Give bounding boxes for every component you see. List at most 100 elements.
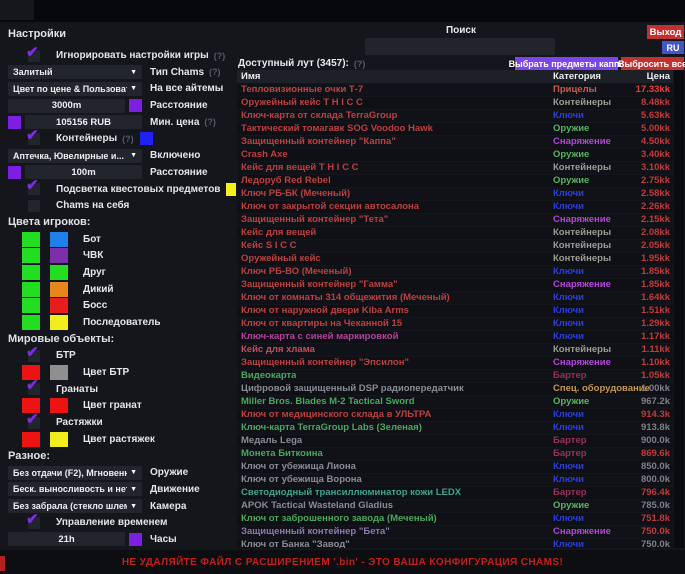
loot-row[interactable]: Кейс для хламаКонтейнеры1.11kk — [237, 344, 673, 356]
loot-row[interactable]: Ключ от Банка "Завод"Ключи750.0k — [237, 539, 673, 548]
color-swatch[interactable] — [140, 132, 153, 145]
color-swatch[interactable] — [50, 315, 68, 330]
settings-checkbox[interactable]: ✔ — [28, 183, 40, 195]
color-swatch[interactable] — [50, 398, 68, 413]
drop-all-button[interactable]: Выбросить все — [621, 57, 684, 70]
select-kappa-items-button[interactable]: Выбрать предметы каппа — [515, 57, 618, 70]
loot-row[interactable]: ВидеокартаБартер1.05kk — [237, 370, 673, 382]
settings-checkbox[interactable]: ✔ — [28, 350, 40, 362]
loot-row[interactable]: Ключ от комнаты 314 общежития (Меченый)К… — [237, 292, 673, 304]
color-swatch[interactable] — [8, 116, 21, 129]
color-swatch[interactable] — [129, 533, 142, 546]
loot-row[interactable]: Ледоруб Red RebelОружие2.75kk — [237, 175, 673, 187]
loot-row[interactable]: Ключ от убежища ВоронаКлючи800.0k — [237, 474, 673, 486]
loot-price-cell: 8.48kk — [641, 97, 670, 109]
loot-row[interactable]: Ключ РБ-БК (Меченый)Ключи2.58kk — [237, 188, 673, 200]
color-swatch[interactable] — [22, 282, 40, 297]
color-swatch[interactable] — [129, 99, 142, 112]
settings-value-input[interactable]: 3000m — [8, 99, 125, 113]
loot-name-cell: Ключ от наружной двери Kiba Arms — [241, 305, 409, 317]
column-header-category[interactable]: Категория — [553, 70, 601, 83]
color-swatch[interactable] — [22, 432, 40, 447]
settings-dropdown[interactable]: Залитый▼ — [8, 65, 142, 79]
color-swatch[interactable] — [50, 282, 68, 297]
loot-row[interactable]: Ключ-карта с синей маркировкойКлючи1.17k… — [237, 331, 673, 343]
loot-row[interactable]: Защищенный контейнер "Эпсилон"Снаряжение… — [237, 357, 673, 369]
settings-value-input[interactable]: 21h — [8, 532, 125, 546]
color-swatch[interactable] — [50, 248, 68, 263]
loot-row[interactable]: APOK Tactical Wasteland GladiusОружие785… — [237, 500, 673, 512]
search-input[interactable] — [365, 38, 555, 55]
loot-price-cell: 4.50kk — [641, 136, 670, 148]
exit-button[interactable]: Выход — [647, 25, 684, 39]
color-swatch[interactable] — [8, 166, 21, 179]
loot-row[interactable]: Тактический томагавк SOG Voodoo HawkОруж… — [237, 123, 673, 135]
color-setting-row: Друг — [8, 266, 236, 279]
loot-row[interactable]: Ключ от убежища ЛионаКлючи850.0k — [237, 461, 673, 473]
chevron-down-icon: ▼ — [130, 152, 137, 159]
loot-row[interactable]: Защищенный контейнер "Бета"Снаряжение750… — [237, 526, 673, 538]
loot-price-cell: 1.85kk — [641, 266, 670, 278]
color-swatch[interactable] — [50, 365, 68, 380]
settings-dropdown[interactable]: Беск. выносливость и нет уста▼ — [8, 482, 142, 496]
loot-scrollbar[interactable] — [674, 70, 684, 548]
loot-row[interactable]: Crash AxeОружие3.40kk — [237, 149, 673, 161]
language-button[interactable]: RU — [662, 41, 684, 54]
loot-row[interactable]: Ключ от наружной двери Kiba ArmsКлючи1.5… — [237, 305, 673, 317]
settings-value-input[interactable]: 105156 RUB — [25, 115, 142, 129]
loot-row[interactable]: Защищенный контейнер "Каппа"Снаряжение4.… — [237, 136, 673, 148]
settings-checkbox[interactable]: ✔ — [28, 383, 40, 395]
color-swatch[interactable] — [22, 298, 40, 313]
color-swatch[interactable] — [50, 298, 68, 313]
loot-row[interactable]: Ключ от заброшенного завода (Меченый)Клю… — [237, 513, 673, 525]
loot-row[interactable]: Ключ-карта от склада TerraGroupКлючи5.63… — [237, 110, 673, 122]
loot-row[interactable]: Ключ-карта TerraGroup Labs (Зеленая)Ключ… — [237, 422, 673, 434]
loot-row[interactable]: Медаль LegaБартер900.0k — [237, 435, 673, 447]
loot-row[interactable]: Ключ от квартиры на Чеканной 15Ключи1.29… — [237, 318, 673, 330]
column-header-name[interactable]: Имя — [241, 70, 260, 83]
settings-row: Аптечка, Ювелирные и...▼Включено — [8, 149, 236, 162]
settings-value-input[interactable]: 100m — [25, 165, 142, 179]
settings-checkbox-label: Chams на себя — [56, 200, 129, 211]
loot-row[interactable]: Оружейный кейсКонтейнеры1.95kk — [237, 253, 673, 265]
settings-dropdown[interactable]: Аптечка, Ювелирные и...▼ — [8, 149, 142, 163]
loot-price-cell: 2.05kk — [641, 240, 670, 252]
chevron-down-icon: ▼ — [130, 503, 137, 510]
help-hint: (?) — [209, 67, 221, 77]
loot-row[interactable]: Miller Bros. Blades M-2 Tactical SwordОр… — [237, 396, 673, 408]
color-swatch[interactable] — [22, 248, 40, 263]
loot-row[interactable]: Кейс для вещейКонтейнеры2.08kk — [237, 227, 673, 239]
loot-row[interactable]: Тепловизионные очки Т-7Прицелы17.33kk — [237, 84, 673, 96]
color-swatch[interactable] — [22, 315, 40, 330]
color-swatch[interactable] — [50, 432, 68, 447]
settings-checkbox[interactable]: ✔ — [28, 417, 40, 429]
loot-price-cell: 1.00kk — [641, 383, 670, 395]
loot-row[interactable]: Оружейный кейс T H I C CКонтейнеры8.48kk — [237, 97, 673, 109]
column-header-price[interactable]: Цена — [647, 70, 670, 83]
loot-row[interactable]: Цифровой защищенный DSP радиопередатчикС… — [237, 383, 673, 395]
loot-row[interactable]: Кейс для вещей T H I C CКонтейнеры3.10kk — [237, 162, 673, 174]
settings-checkbox[interactable]: ✔ — [28, 50, 40, 62]
loot-price-cell: 1.05kk — [641, 370, 670, 382]
settings-checkbox[interactable]: ✔ — [28, 133, 40, 145]
loot-row[interactable]: Ключ РБ-ВО (Меченый)Ключи1.85kk — [237, 266, 673, 278]
color-swatch[interactable] — [22, 232, 40, 247]
loot-row[interactable]: Защищенный контейнер "Тета"Снаряжение2.1… — [237, 214, 673, 226]
settings-dropdown[interactable]: Цвет по цене & Пользователь▼ — [8, 82, 142, 96]
color-swatch[interactable] — [226, 183, 236, 196]
color-swatch[interactable] — [50, 232, 68, 247]
loot-row[interactable]: Защищенный контейнер "Гамма"Снаряжение1.… — [237, 279, 673, 291]
loot-row[interactable]: Монета БиткоинаБартер869.6k — [237, 448, 673, 460]
settings-checkbox[interactable] — [28, 200, 40, 212]
help-hint: (?) — [204, 117, 216, 127]
loot-row[interactable]: Ключ от закрытой секции автосалонаКлючи2… — [237, 201, 673, 213]
loot-row[interactable]: Ключ от медицинского склада в УЛЬТРАКлюч… — [237, 409, 673, 421]
input-value: 105156 RUB — [56, 117, 111, 128]
color-swatch[interactable] — [50, 265, 68, 280]
loot-name-cell: Ключ от Банка "Завод" — [241, 539, 350, 548]
loot-row[interactable]: Светодиодный трансиллюминатор кожи LEDXБ… — [237, 487, 673, 499]
settings-checkbox[interactable]: ✔ — [28, 517, 40, 529]
loot-row[interactable]: Кейс S I C CКонтейнеры2.05kk — [237, 240, 673, 252]
settings-dropdown[interactable]: Без отдачи (F2), Мгновенное п▼ — [8, 466, 142, 480]
color-swatch[interactable] — [22, 265, 40, 280]
